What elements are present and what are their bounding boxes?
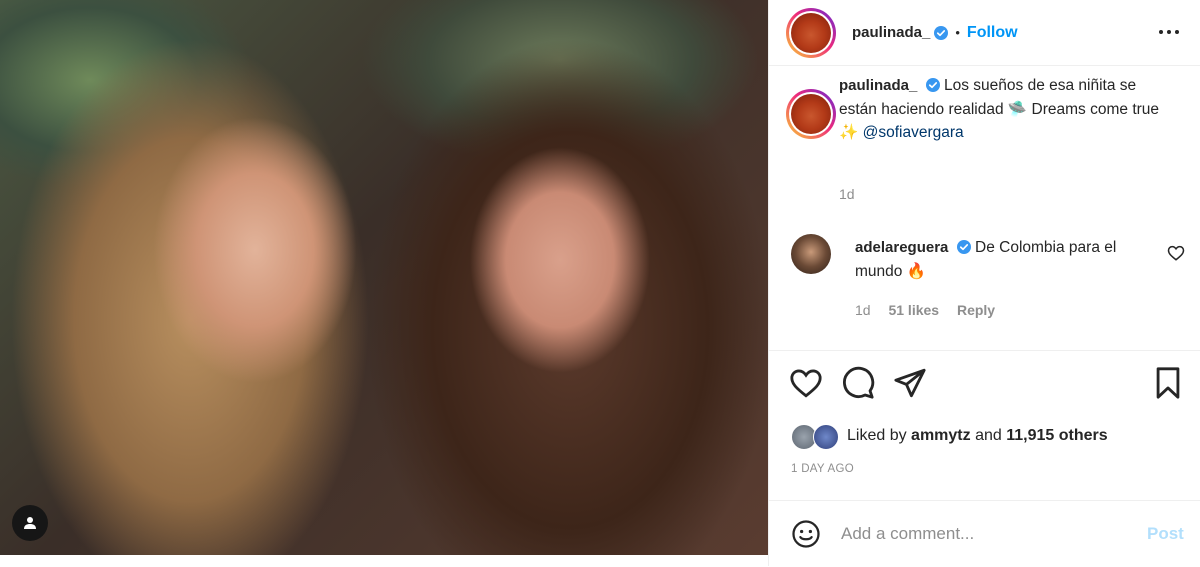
fire-emoji: 🔥 [906,263,927,280]
verified-icon [956,240,971,254]
sparkles-emoji: ✨ [839,124,859,141]
comment-input[interactable] [839,523,1133,545]
comment-icon[interactable] [841,366,875,400]
header-separator: • [955,25,960,40]
caption-age: 1d [839,186,855,202]
follow-button[interactable]: Follow [967,24,1018,42]
comment-username[interactable]: adelareguera [855,239,948,256]
liked-by-user[interactable]: ammytz [911,427,971,445]
liked-by: Liked by ammytz and 11,915 others [791,421,1108,451]
post-timestamp: 1 DAY AGO [791,463,854,475]
verified-icon [934,25,949,40]
comment-likes[interactable]: 51 likes [888,302,939,318]
post-side-panel: paulinada_ • Follow paulinada_ Los sueño… [768,0,1200,566]
post-photo[interactable] [0,0,768,555]
commenter-avatar[interactable] [791,234,831,274]
share-icon[interactable] [893,366,927,400]
photo-bottom-strip [0,555,768,566]
liked-by-and: and [975,427,1002,444]
comment-like-heart-icon[interactable] [1167,244,1185,262]
caption-username[interactable]: paulinada_ [839,77,917,94]
liked-by-prefix: Liked by [847,427,907,444]
caption-avatar[interactable] [786,89,836,139]
ufo-emoji: 🛸 [1007,100,1028,118]
mention-link[interactable]: @sofiavergara [863,124,964,141]
caption: paulinada_ Los sueños de esa niñita se e… [839,74,1169,145]
action-bar [769,362,1200,406]
comment-age: 1d [855,302,871,318]
liked-by-avatars[interactable] [791,422,845,450]
reply-button[interactable]: Reply [957,302,995,318]
user-tag-icon[interactable] [12,505,48,541]
owner-avatar[interactable] [786,7,836,58]
caption-text-2: Dreams come true [1031,100,1160,118]
comment-meta: 1d 51 likes Reply [855,302,995,318]
owner-username[interactable]: paulinada_ [852,24,930,41]
add-comment-bar: Post [769,500,1200,567]
verified-icon [925,78,940,92]
likes-count[interactable]: 11,915 others [1006,427,1107,445]
emoji-icon[interactable] [791,519,821,549]
comments-section: paulinada_ Los sueños de esa niñita se e… [769,66,1200,351]
bookmark-icon[interactable] [1151,366,1185,400]
heart-icon[interactable] [789,366,823,400]
post-button[interactable]: Post [1147,524,1184,544]
post-header: paulinada_ • Follow [769,0,1200,66]
comment: adelareguera De Colombia para el mundo 🔥 [855,236,1155,284]
more-options-icon[interactable] [1153,16,1185,48]
